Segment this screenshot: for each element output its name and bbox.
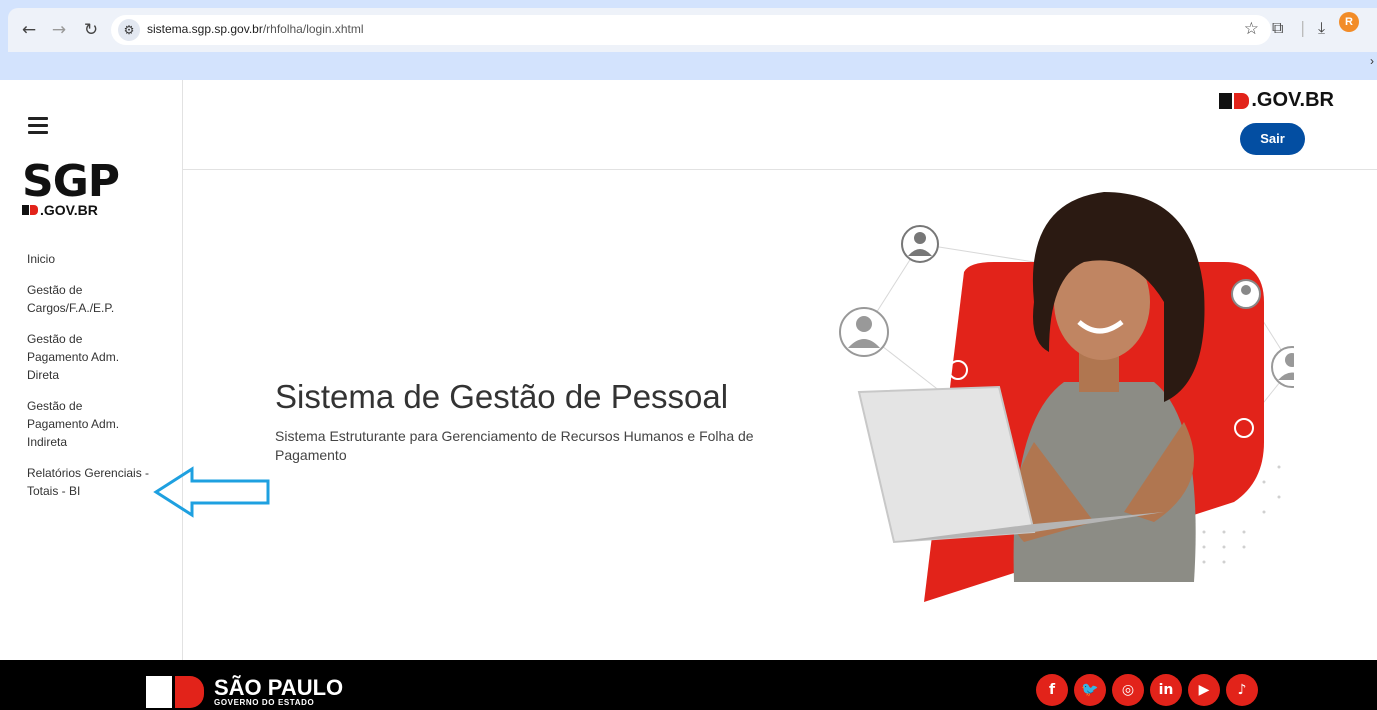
extensions-icon[interactable]: ⧉ (1272, 18, 1283, 38)
browser-toolbar: ← → ↻ ⚙ sistema.sgp.sp.gov.br/rhfolha/lo… (8, 8, 1377, 52)
hero-illustration (839, 192, 1294, 602)
state-name: SÃO PAULO (214, 674, 344, 700)
sidebar-item-pagamento-direta[interactable]: Gestão de Pagamento Adm. Direta (27, 330, 132, 384)
toolbar-divider: | (1300, 18, 1306, 37)
sao-paulo-logo-text: SÃO PAULO GOVERNO DO ESTADO (214, 674, 344, 707)
sidebar-item-inicio[interactable]: Inicio (27, 250, 167, 268)
sidebar-item-gestao-cargos[interactable]: Gestão de Cargos/F.A./E.P. (27, 281, 127, 317)
linkedin-icon[interactable]: in (1150, 674, 1182, 706)
youtube-icon[interactable]: ▶ (1188, 674, 1220, 706)
sgp-logo-sub-text: .GOV.BR (40, 202, 98, 218)
sp-logo-icon (22, 205, 38, 215)
sp-gov-logo-text: .GOV.BR (1251, 89, 1334, 111)
sidebar-menu: Inicio Gestão de Cargos/F.A./E.P. Gestão… (27, 250, 167, 513)
close-icon[interactable]: › (1370, 54, 1374, 68)
bookmark-star-icon[interactable]: ☆ (1244, 19, 1259, 39)
reload-icon[interactable]: ↻ (80, 19, 102, 41)
profile-avatar[interactable]: R (1339, 12, 1359, 32)
site-info-icon[interactable]: ⚙ (118, 19, 140, 41)
sp-logo-icon (146, 676, 204, 708)
address-bar[interactable]: ⚙ sistema.sgp.sp.gov.br/rhfolha/login.xh… (111, 15, 1271, 45)
social-links: f 🐦 ◎ in ▶ ♪ (1036, 674, 1264, 706)
page-subtitle: Sistema Estruturante para Gerenciamento … (275, 428, 754, 463)
twitter-icon[interactable]: 🐦 (1074, 674, 1106, 706)
facebook-icon[interactable]: f (1036, 674, 1068, 706)
sidebar-item-pagamento-indireta[interactable]: Gestão de Pagamento Adm. Indireta (27, 397, 132, 451)
back-icon[interactable]: ← (18, 19, 40, 41)
url-text[interactable]: sistema.sgp.sp.gov.br/rhfolha/login.xhtm… (147, 22, 364, 36)
forward-icon[interactable]: → (48, 19, 70, 41)
tiktok-icon[interactable]: ♪ (1226, 674, 1258, 706)
annotation-arrow-icon (153, 466, 270, 518)
sp-logo-icon (1219, 92, 1250, 109)
footer: SÃO PAULO GOVERNO DO ESTADO f 🐦 ◎ in ▶ ♪ (0, 660, 1377, 710)
browser-top-bar: ← → ↻ ⚙ sistema.sgp.sp.gov.br/rhfolha/lo… (0, 0, 1377, 80)
sidebar: SGP .GOV.BR Inicio Gestão de Cargos/F.A.… (0, 80, 183, 660)
sgp-logo: SGP .GOV.BR (22, 156, 120, 218)
sgp-logo-text: SGP (22, 156, 120, 207)
menu-icon[interactable] (28, 117, 48, 134)
logout-button[interactable]: Sair (1240, 123, 1305, 155)
instagram-icon[interactable]: ◎ (1112, 674, 1144, 706)
page-title: Sistema de Gestão de Pessoal (275, 378, 729, 415)
sp-gov-logo: .GOV.BR (1219, 89, 1334, 112)
page-header: .GOV.BR Sair (183, 80, 1377, 170)
url-path: /rhfolha/login.xhtml (262, 22, 364, 36)
sidebar-item-relatorios-bi[interactable]: Relatórios Gerenciais - Totais - BI (27, 464, 152, 500)
sao-paulo-logo: SÃO PAULO GOVERNO DO ESTADO (146, 676, 343, 708)
url-host: sistema.sgp.sp.gov.br (147, 22, 263, 36)
download-icon[interactable]: ⤓ (1318, 18, 1325, 38)
